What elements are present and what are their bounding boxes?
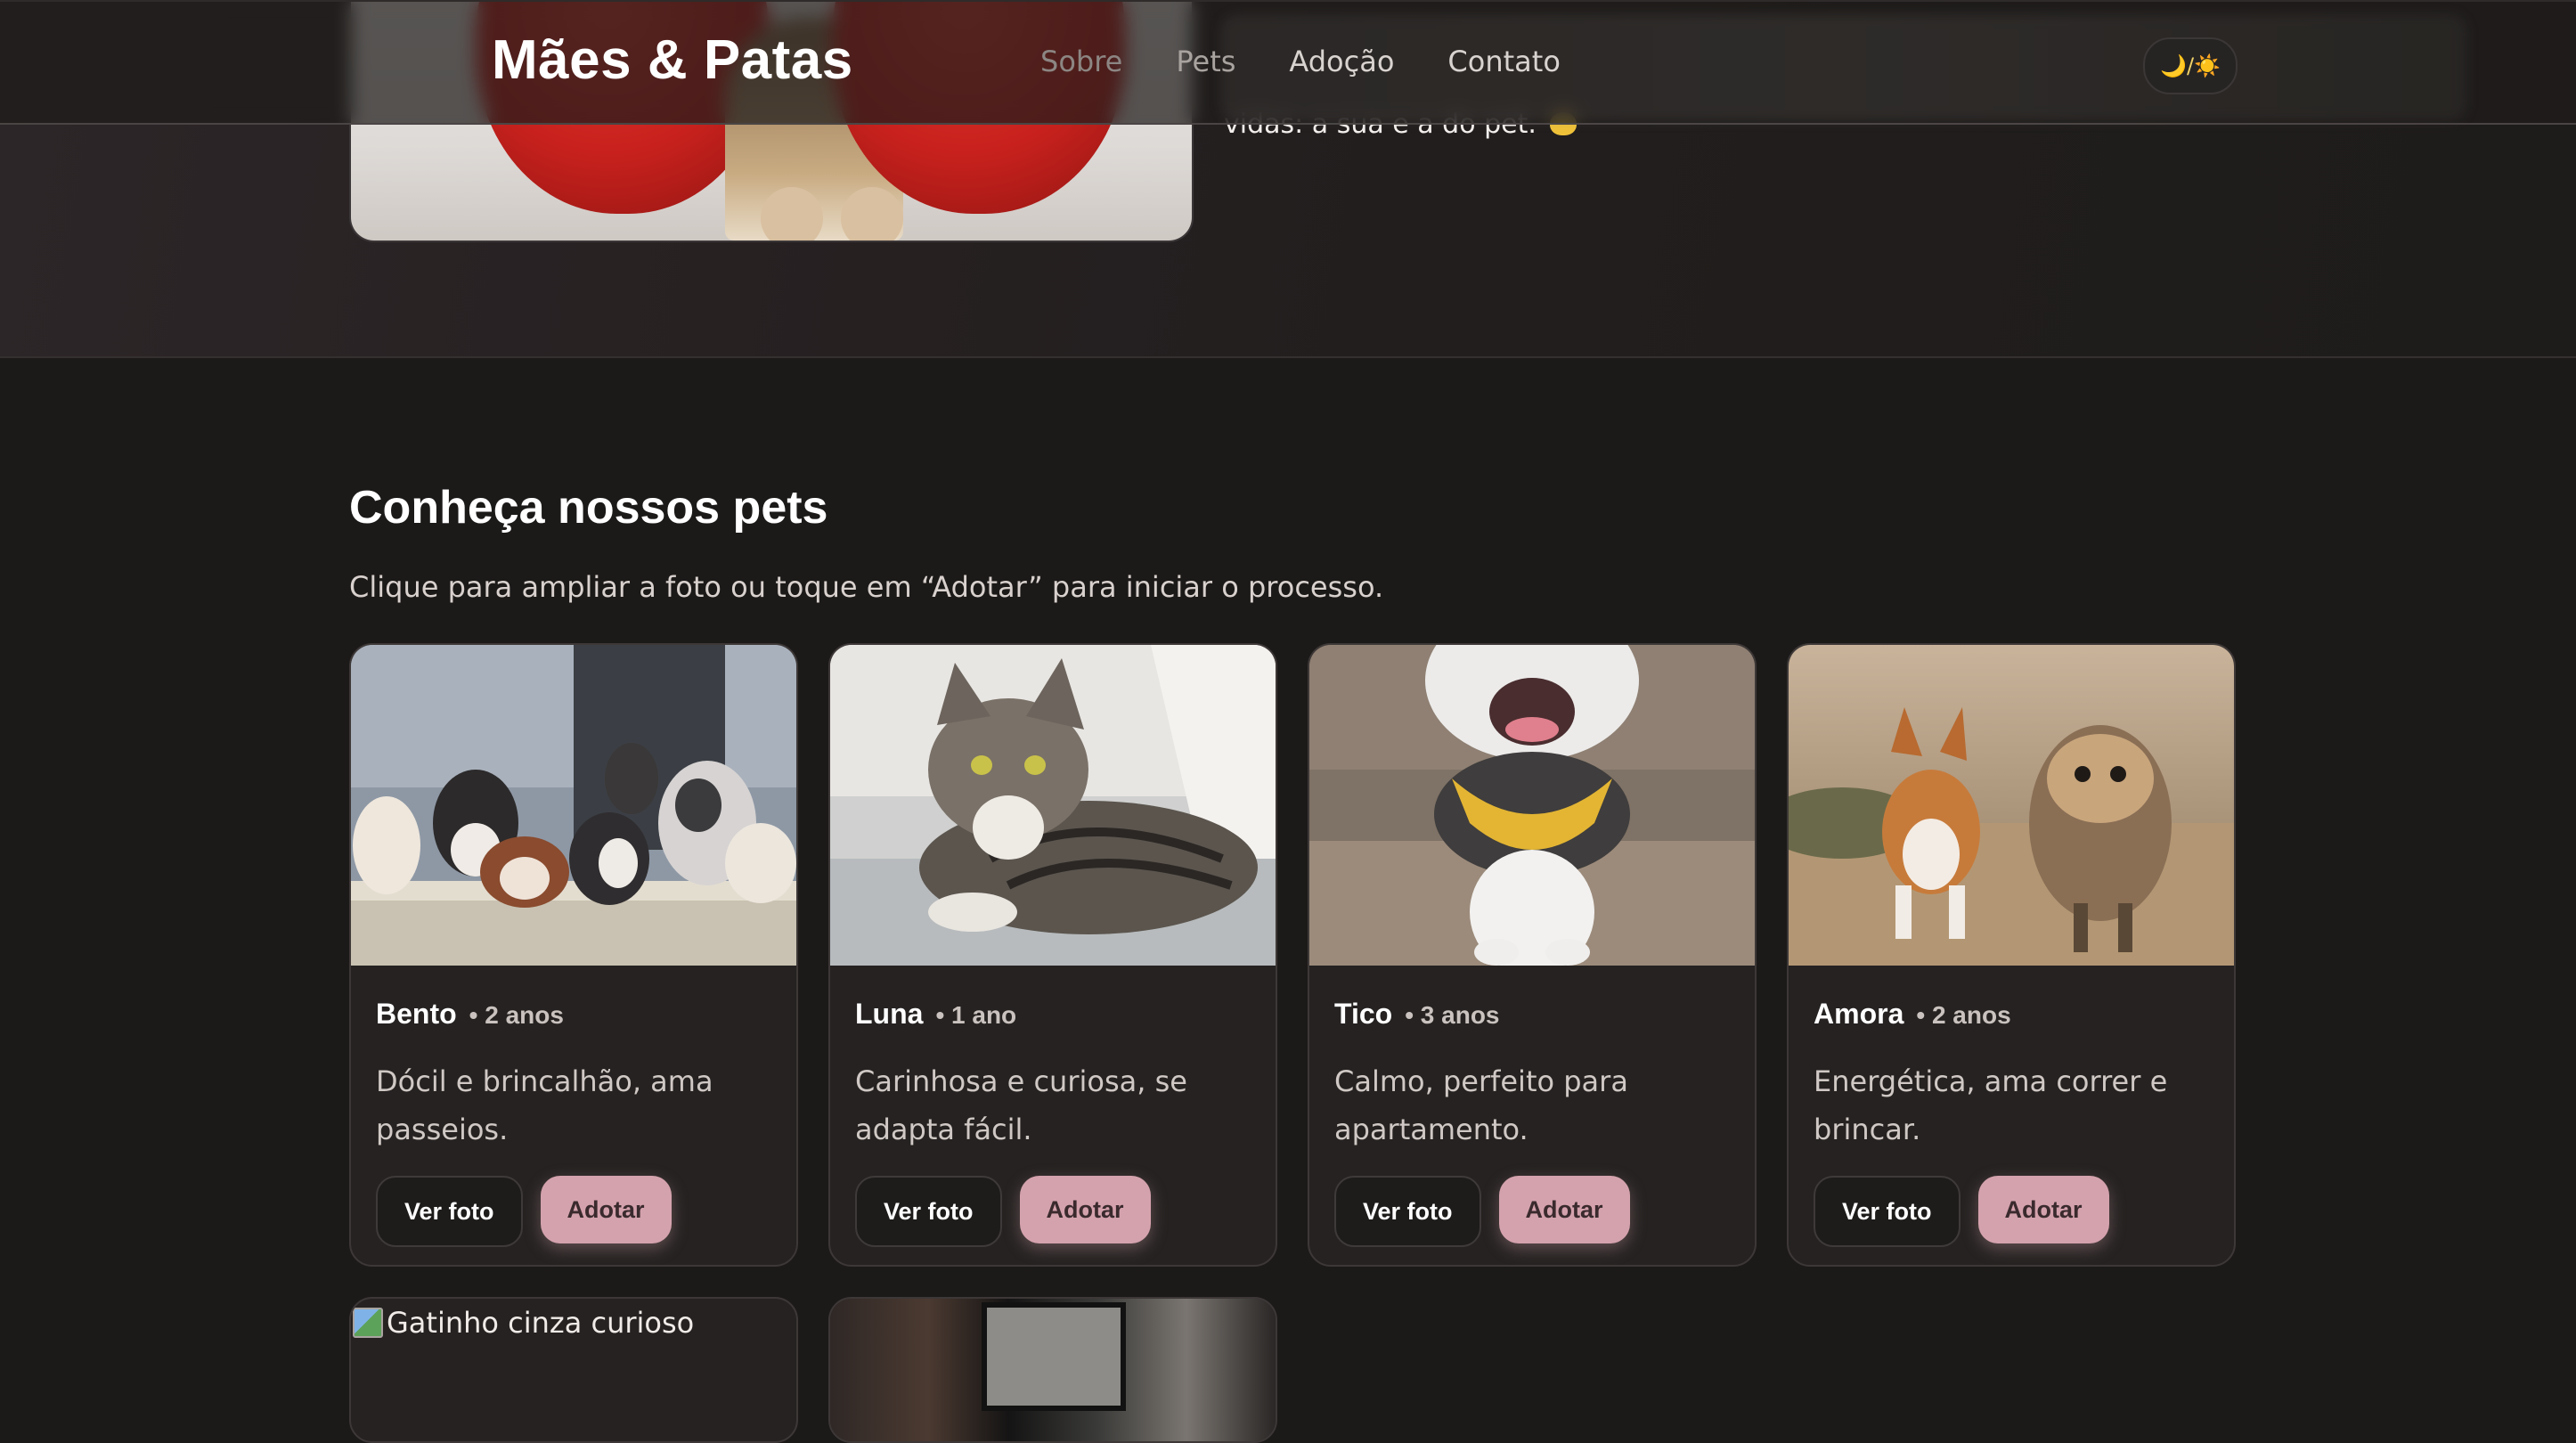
pet-photo-tico[interactable] [1309,645,1755,966]
pet-photo-luna[interactable] [830,645,1276,966]
nav-link-contato[interactable]: Contato [1447,45,1560,78]
pet-description: Carinhosa e curiosa, se adapta fácil. [855,1064,1187,1146]
theme-toggle-button[interactable]: 🌙/☀️ [2143,37,2238,94]
pet-age: • 2 anos [1916,1001,2011,1029]
broken-image[interactable]: Gatinho cinza curioso [353,1306,694,1340]
pet-description: Energética, ama correr e brincar. [1814,1064,2168,1146]
puppies-image [351,645,796,966]
broken-image-icon [353,1308,383,1338]
adopt-button[interactable]: Adotar [540,1176,672,1243]
view-photo-button[interactable]: Ver foto [855,1176,1002,1247]
pet-photo-bento[interactable] [351,645,796,966]
paw [761,187,823,240]
pet-card-partial-1: Gatinho cinza curioso [349,1297,798,1443]
pet-photo-amora[interactable] [1789,645,2234,966]
pet-card-luna: Luna • 1 ano Carinhosa e curiosa, se adap… [828,643,1277,1267]
paw [841,187,903,240]
pet-card-amora: Amora • 2 anos Energética, ama correr e b… [1787,643,2236,1267]
brand-logo[interactable]: Mães & Patas [492,29,853,92]
nav-link-pets[interactable]: Pets [1176,45,1235,78]
pet-photo-partial[interactable] [830,1299,1276,1441]
smiling-cat-image [1309,645,1755,966]
moon-sun-icon: 🌙/☀️ [2160,53,2221,78]
window-frame [982,1302,1126,1411]
pet-age: • 1 ano [935,1001,1017,1029]
section-subtitle: Clique para ampliar a foto ou toque em “… [349,570,1384,604]
pet-name: Bento [376,998,457,1030]
nav-link-adocao[interactable]: Adoção [1289,45,1394,78]
pet-card-tico: Tico • 3 anos Calmo, perfeito para aparta… [1308,643,1757,1267]
tabby-cat-image [830,645,1276,966]
adopt-button[interactable]: Adotar [1019,1176,1151,1243]
view-photo-button[interactable]: Ver foto [1814,1176,1961,1247]
pet-name: Amora [1814,998,1904,1030]
view-photo-button[interactable]: Ver foto [376,1176,523,1247]
pet-age: • 2 anos [469,1001,564,1029]
pet-name: Tico [1334,998,1393,1030]
adopt-button[interactable]: Adotar [1977,1176,2109,1243]
pet-age: • 3 anos [1405,1001,1500,1029]
view-photo-button[interactable]: Ver foto [1334,1176,1481,1247]
running-dogs-image [1789,645,2234,966]
section-title: Conheça nossos pets [349,482,828,534]
pet-description: Dócil e brincalhão, ama passeios. [376,1064,713,1146]
adopt-button[interactable]: Adotar [1498,1176,1630,1243]
pet-name: Luna [855,998,924,1030]
site-header: Mães & Patas Sobre Pets Adoção Contato 🌙… [0,0,2576,125]
pet-card-bento: Bento • 2 anos Dócil e brincalhão, ama pa… [349,643,798,1267]
pet-card-partial-2 [828,1297,1277,1443]
image-alt-text: Gatinho cinza curioso [387,1306,695,1340]
nav-link-sobre[interactable]: Sobre [1040,45,1122,78]
main-nav: Sobre Pets Adoção Contato [1040,45,1561,78]
pet-description: Calmo, perfeito para apartamento. [1334,1064,1628,1146]
